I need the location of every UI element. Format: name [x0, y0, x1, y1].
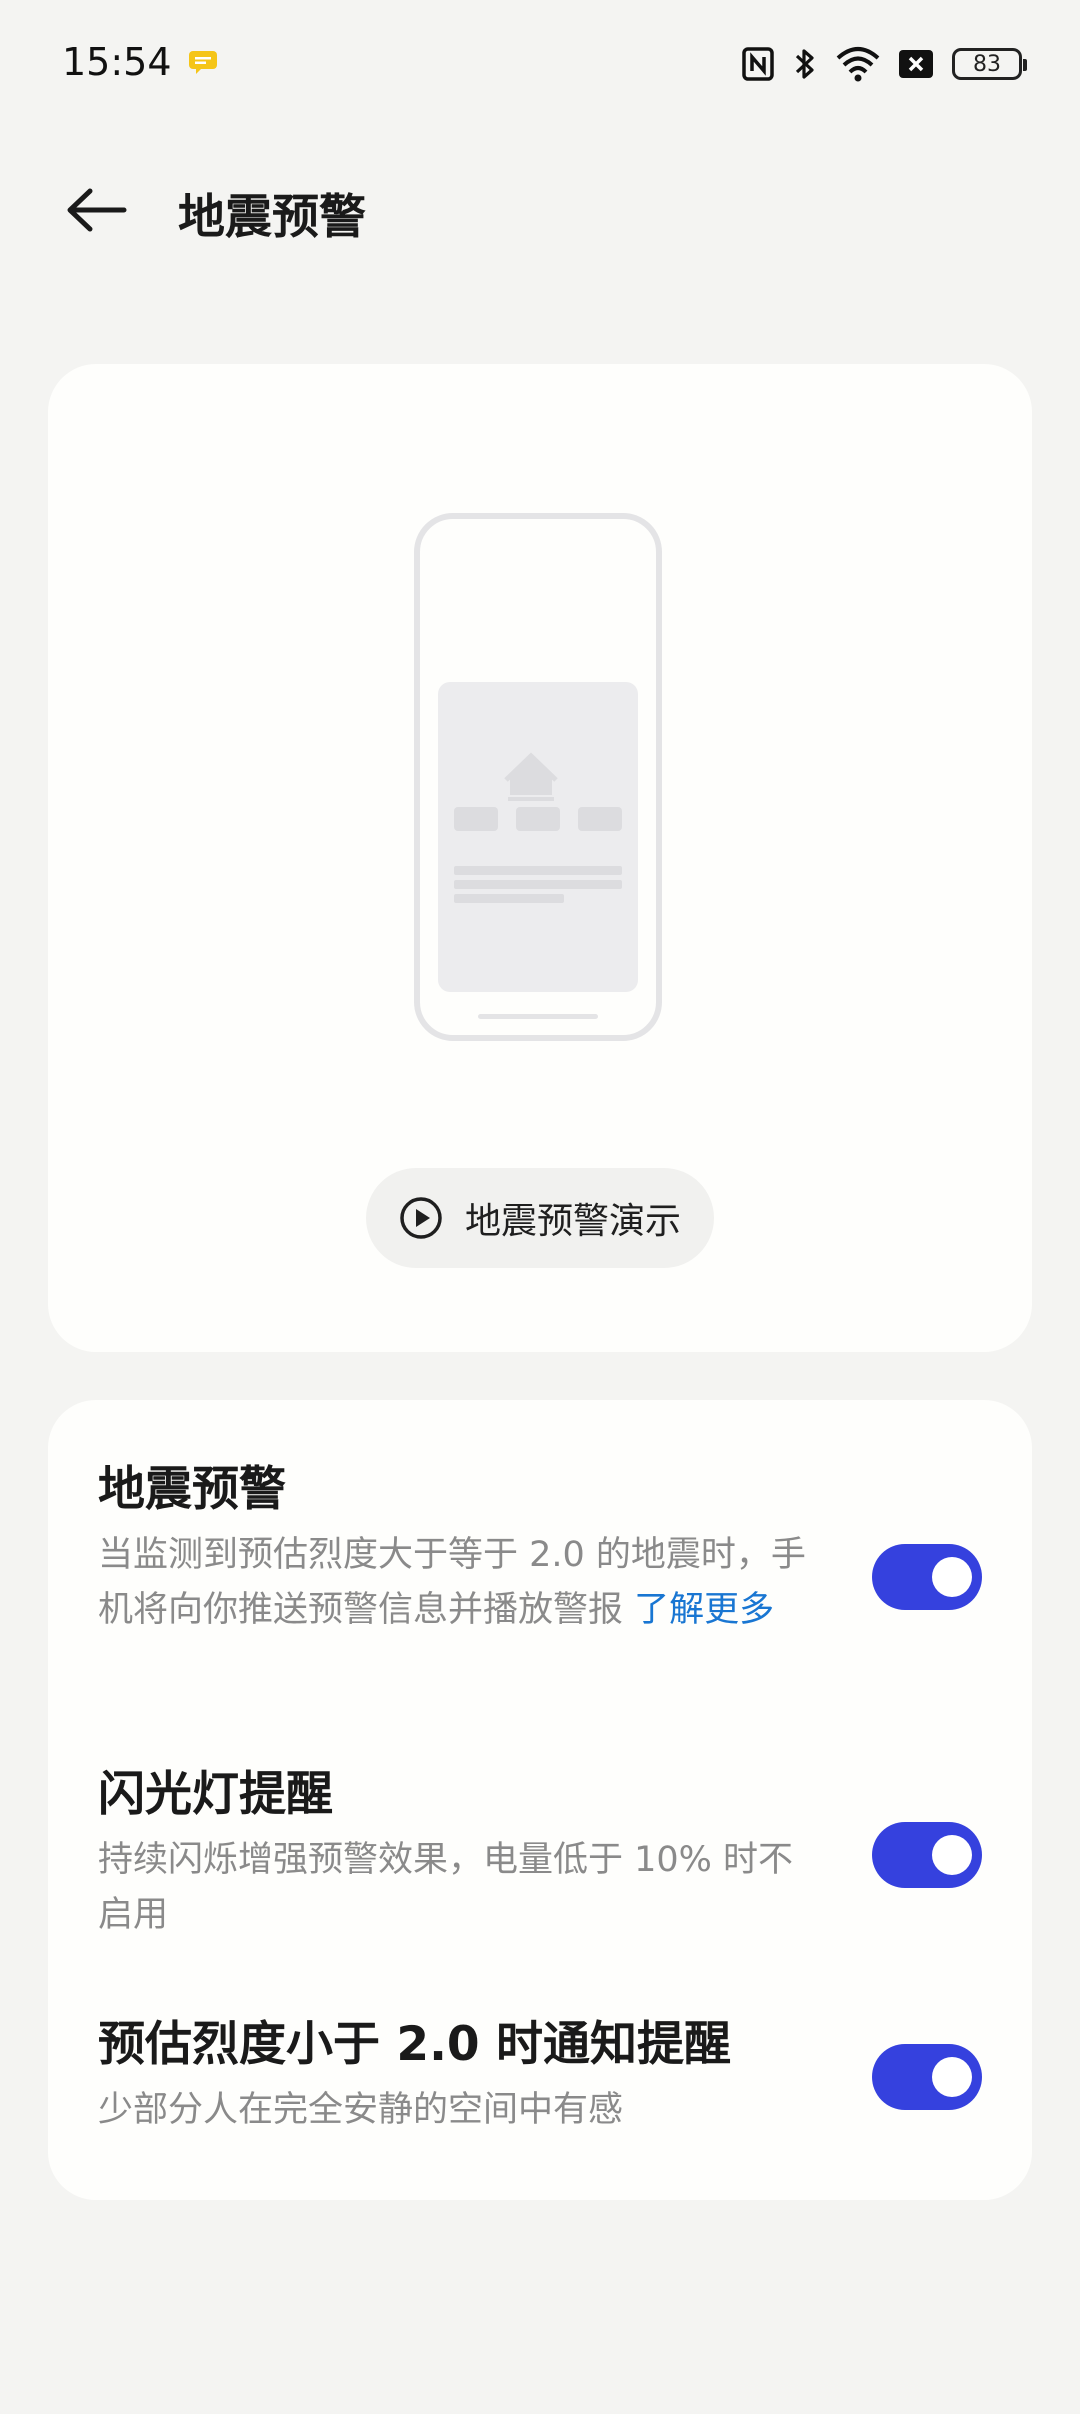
demo-button-label: 地震预警演示: [464, 1201, 681, 1242]
settings-card: 地震预警 当监测到预估烈度大于等于 2.0 的地震时，手机将向你推送预警信息并播…: [48, 1400, 1032, 2200]
status-time: 15:54: [62, 40, 172, 84]
setting-desc: 持续闪烁增强预警效果，电量低于 10% 时不启用: [98, 1840, 794, 1935]
bluetooth-icon: [795, 49, 814, 79]
status-bar: 15:54 83: [0, 0, 1080, 130]
status-icons: 83: [742, 42, 1027, 86]
setting-title: 地震预警: [98, 1462, 286, 1517]
low-intensity-notify-toggle[interactable]: [872, 2044, 982, 2110]
setting-desc: 当监测到预估烈度大于等于 2.0 的地震时，手机将向你推送预警信息并播放警报 了…: [98, 1528, 818, 1638]
notification-icon: [189, 51, 217, 74]
nfc-icon: [742, 47, 774, 81]
page-title: 地震预警: [178, 190, 366, 245]
demo-play-button[interactable]: 地震预警演示: [366, 1168, 714, 1268]
play-circle-icon: [400, 1197, 442, 1239]
learn-more-link[interactable]: 了解更多: [634, 1590, 774, 1630]
back-arrow-icon: [67, 188, 127, 232]
toggle-knob: [932, 1557, 972, 1597]
setting-title: 预估烈度小于 2.0 时通知提醒: [98, 2017, 731, 2072]
toggle-knob: [932, 2057, 972, 2097]
battery-level: 83: [973, 51, 1001, 77]
setting-low-intensity-notify: 预估烈度小于 2.0 时通知提醒 少部分人在完全安静的空间中有感: [98, 2015, 982, 2138]
no-sim-icon: [899, 50, 933, 78]
setting-title: 闪光灯提醒: [98, 1767, 333, 1822]
wifi-icon: [836, 47, 880, 82]
demo-card: 地震预警演示: [48, 364, 1032, 1352]
setting-flash-alert: 闪光灯提醒 持续闪烁增强预警效果，电量低于 10% 时不启用: [98, 1765, 982, 1943]
flash-alert-toggle[interactable]: [872, 1822, 982, 1888]
back-button[interactable]: [52, 180, 142, 240]
setting-desc: 少部分人在完全安静的空间中有感: [98, 2090, 624, 2130]
battery-icon: 83: [952, 48, 1027, 80]
setting-earthquake-alert: 地震预警 当监测到预估烈度大于等于 2.0 的地震时，手机将向你推送预警信息并播…: [98, 1460, 982, 1638]
earthquake-alert-toggle[interactable]: [872, 1544, 982, 1610]
toggle-knob: [932, 1835, 972, 1875]
phone-illustration: [414, 513, 662, 1041]
app-header: 地震预警: [0, 150, 1080, 270]
